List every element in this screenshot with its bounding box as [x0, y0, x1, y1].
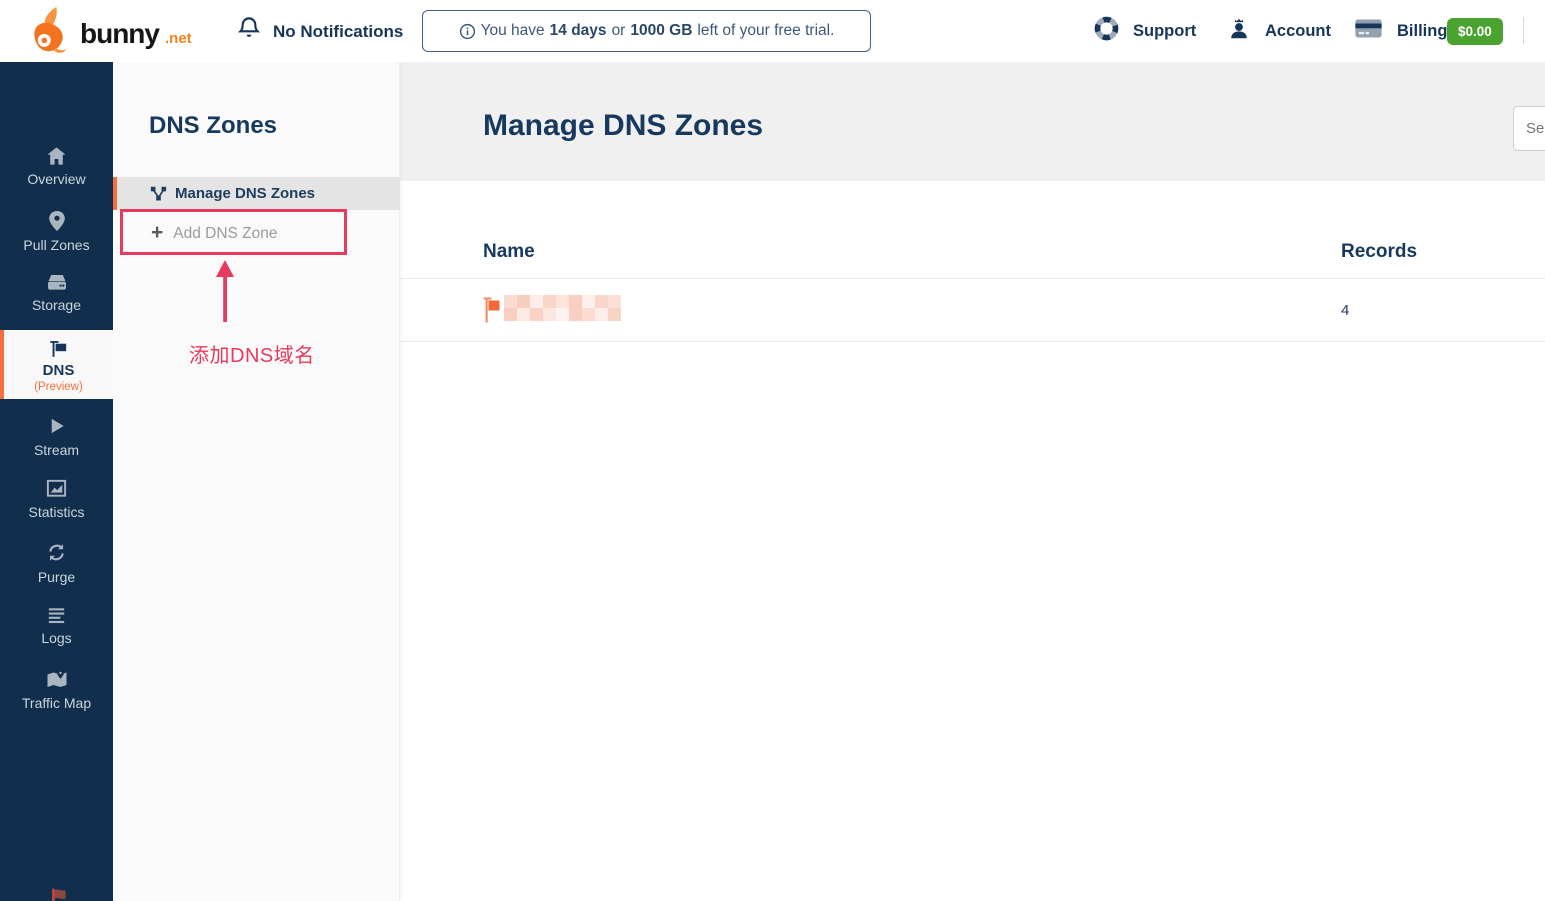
sidebar-item-stream[interactable]: Stream: [0, 415, 113, 458]
trial-days: 14 days: [550, 22, 607, 40]
stats-icon: [45, 478, 68, 499]
sitemap-icon: [150, 186, 167, 202]
play-icon: [46, 415, 67, 437]
table-divider-bottom: [400, 341, 1545, 342]
main-content: Manage DNS Zones Name Records 4: [400, 62, 1545, 901]
brand-name: bunny: [80, 18, 159, 50]
add-dns-zone-label: Add DNS Zone: [173, 225, 277, 243]
search-input[interactable]: [1513, 106, 1545, 151]
notifications-label: No Notifications: [273, 22, 403, 42]
main-header-band: Manage DNS Zones: [400, 62, 1545, 181]
sidebar-item-statistics[interactable]: Statistics: [0, 478, 113, 520]
sidebar-item-overview[interactable]: Overview: [0, 146, 113, 187]
refresh-icon: [45, 541, 68, 564]
zone-records-count: 4: [1341, 302, 1349, 319]
trial-or: or: [612, 22, 626, 40]
manage-dns-zones-label: Manage DNS Zones: [175, 185, 315, 202]
dns-zones-panel: DNS Zones Manage DNS Zones + Add DNS Zon…: [113, 62, 400, 901]
flag-icon: [47, 337, 70, 360]
header-divider: [1523, 17, 1524, 44]
dns-preview-tag: (Preview): [34, 381, 83, 393]
sidebar-item-logs[interactable]: Logs: [0, 605, 113, 646]
column-header-records: Records: [1341, 241, 1417, 263]
account-label: Account: [1265, 22, 1331, 41]
account-button[interactable]: Account: [1226, 15, 1331, 48]
brand-tld: .net: [165, 30, 192, 47]
bunny-logo-icon: [24, 5, 74, 62]
zone-flag-icon: [482, 293, 503, 328]
traffic-map-icon: [45, 668, 69, 690]
redacted-zone-name: [504, 295, 621, 321]
top-header: bunny .net No Notifications You have: [0, 0, 1545, 62]
annotation-label: 添加DNS域名: [189, 339, 315, 368]
sidebar-item-dns[interactable]: DNS (Preview): [0, 330, 113, 399]
sidebar-item-storage[interactable]: Storage: [0, 273, 113, 313]
page-title: Manage DNS Zones: [483, 109, 763, 143]
home-icon: [45, 146, 68, 166]
bunny-net-logo[interactable]: bunny .net: [24, 5, 192, 62]
support-button[interactable]: Support: [1093, 15, 1196, 47]
notifications-button[interactable]: No Notifications: [236, 14, 403, 49]
credit-card-icon: [1353, 15, 1384, 47]
lifebuoy-icon: [1093, 15, 1120, 47]
sidebar-item-purge[interactable]: Purge: [0, 541, 113, 585]
whats-new-flag-icon: [46, 886, 68, 901]
bell-icon: [236, 14, 262, 49]
billing-balance-badge[interactable]: $0.00: [1447, 18, 1503, 45]
trial-text-prefix: You have: [481, 22, 545, 40]
primary-sidebar: Overview Pull Zones Storage: [0, 62, 113, 901]
trial-quota: 1000 GB: [630, 22, 692, 40]
bunny-net-dns-page: bunny .net No Notifications You have: [0, 0, 1545, 901]
panel-item-manage-dns-zones[interactable]: Manage DNS Zones: [113, 177, 400, 210]
map-pin-icon: [47, 210, 67, 232]
storage-icon: [45, 273, 69, 292]
trial-banner: You have 14 days or 1000 GB left of your…: [422, 10, 871, 52]
logs-icon: [45, 605, 68, 625]
support-label: Support: [1133, 22, 1196, 41]
panel-title: DNS Zones: [149, 112, 277, 140]
panel-item-add-dns-zone[interactable]: + Add DNS Zone: [113, 210, 400, 258]
plus-icon: +: [151, 222, 163, 243]
sidebar-item-pull-zones[interactable]: Pull Zones: [0, 210, 113, 253]
trial-text-suffix: left of your free trial.: [697, 22, 834, 40]
info-icon: [459, 23, 476, 40]
whats-new-button[interactable]: What's new?: [0, 886, 113, 901]
sidebar-item-traffic-map[interactable]: Traffic Map: [0, 668, 113, 711]
billing-label: Billing: [1397, 22, 1447, 41]
billing-button[interactable]: Billing: [1353, 15, 1447, 47]
account-user-icon: [1226, 15, 1252, 48]
column-header-name: Name: [483, 241, 535, 263]
table-divider-top: [400, 278, 1545, 279]
